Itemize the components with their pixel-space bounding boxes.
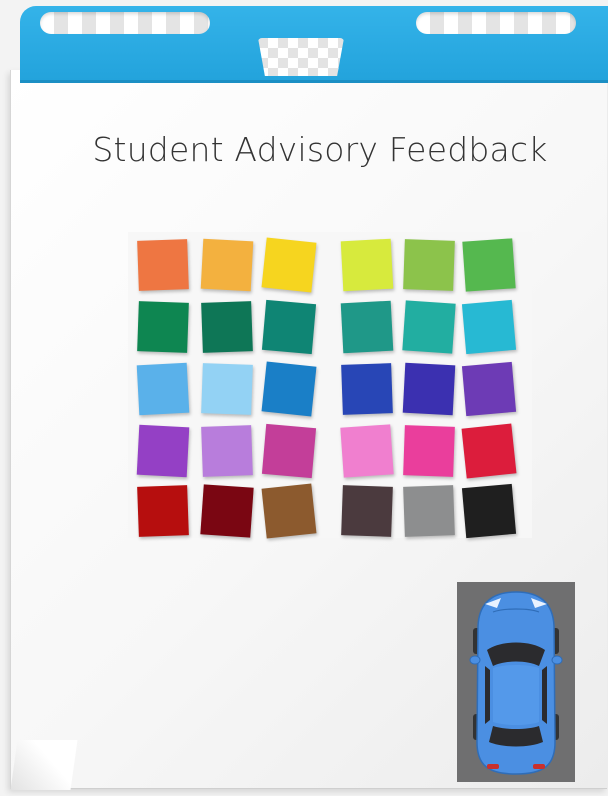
color-swatch: [136, 362, 190, 416]
color-swatch: [403, 485, 455, 537]
color-swatch: [340, 424, 394, 478]
color-swatch: [402, 362, 456, 416]
color-swatch: [136, 424, 190, 478]
color-swatch: [341, 363, 393, 415]
color-swatch: [201, 363, 253, 415]
color-swatch: [137, 485, 189, 537]
color-swatch: [461, 361, 517, 417]
car-icon: [457, 582, 575, 782]
color-swatch: [137, 301, 189, 353]
color-swatch: [462, 238, 516, 292]
car-image: [457, 582, 575, 782]
color-swatch: [341, 485, 393, 537]
color-swatch: [402, 300, 456, 354]
clip-center: [258, 38, 344, 76]
page-title: Student Advisory Feedback: [92, 130, 548, 169]
color-swatch: [261, 361, 317, 417]
color-swatch: [261, 423, 317, 479]
color-swatch: [200, 238, 254, 292]
color-swatch: [403, 239, 455, 291]
clip-left: [40, 12, 210, 34]
color-swatch: [340, 238, 394, 292]
color-swatch: [261, 299, 317, 355]
color-swatch: [403, 425, 455, 477]
color-swatch: [261, 483, 317, 539]
color-swatch: [261, 237, 317, 293]
color-swatch: [200, 484, 254, 538]
color-swatch: [137, 239, 189, 291]
color-swatch-grid: [128, 232, 532, 539]
color-swatch: [201, 425, 253, 477]
color-swatch: [461, 423, 517, 479]
color-swatch: [461, 483, 517, 539]
color-swatch: [461, 299, 517, 355]
color-swatch: [340, 300, 394, 354]
page-curl: [10, 740, 78, 790]
clip-right: [416, 12, 576, 34]
color-swatch: [201, 301, 253, 353]
